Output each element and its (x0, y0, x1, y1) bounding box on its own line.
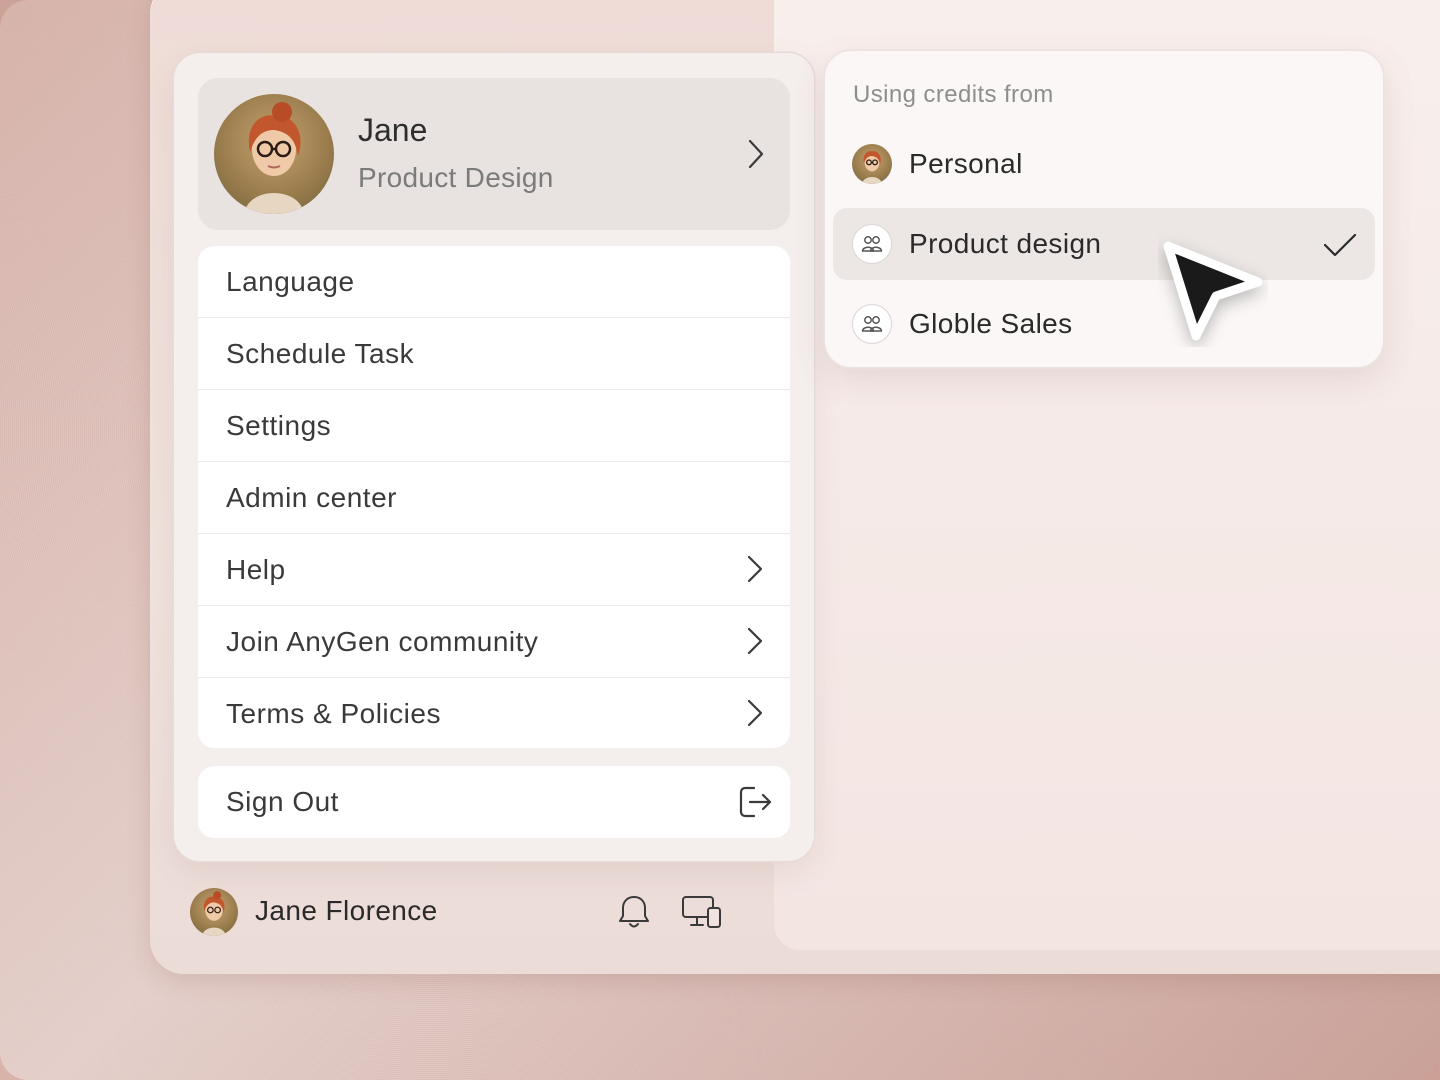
sign-out-button[interactable]: Sign Out (198, 766, 790, 838)
menu-item-label: Admin center (226, 482, 397, 513)
credits-source-popup: Using credits from Personal Product desi… (825, 51, 1383, 367)
credit-option-label: Product design (909, 228, 1102, 259)
credits-heading: Using credits from (853, 81, 1054, 108)
menu-list: Language Schedule Task Settings Admin ce… (198, 246, 790, 748)
menu-item-help[interactable]: Help (198, 534, 790, 606)
profile-role: Product Design (358, 162, 554, 193)
chevron-right-icon (747, 555, 763, 583)
chevron-right-icon (748, 139, 764, 169)
menu-item-label: Settings (226, 410, 332, 441)
credit-option-label: Globle Sales (909, 308, 1073, 339)
menu-item-language[interactable]: Language (198, 246, 790, 318)
mouse-cursor-icon (1163, 241, 1263, 341)
user-avatar (214, 94, 334, 214)
menu-item-label: Terms & Policies (226, 698, 441, 729)
credit-option-product-design[interactable]: Product design (833, 208, 1375, 280)
menu-item-label: Schedule Task (226, 338, 415, 369)
menu-item-settings[interactable]: Settings (198, 390, 790, 462)
devices-icon[interactable] (681, 895, 723, 929)
menu-item-label: Language (226, 266, 355, 297)
menu-item-join-community[interactable]: Join AnyGen community (198, 606, 790, 678)
profile-name: Jane (358, 112, 428, 148)
sign-out-icon (739, 786, 772, 818)
group-icon (852, 224, 892, 264)
account-menu: Jane Product Design Language Schedule Ta… (174, 53, 814, 861)
sign-out-label: Sign Out (226, 786, 339, 817)
menu-item-terms-policies[interactable]: Terms & Policies (198, 678, 790, 748)
bell-icon[interactable] (616, 893, 652, 931)
credit-option-globle-sales[interactable]: Globle Sales (833, 288, 1375, 360)
credit-option-label: Personal (909, 148, 1023, 179)
menu-item-admin-center[interactable]: Admin center (198, 462, 790, 534)
credit-option-personal[interactable]: Personal (833, 128, 1375, 200)
profile-card[interactable]: Jane Product Design (198, 78, 790, 230)
group-icon (852, 304, 892, 344)
chevron-right-icon (747, 627, 763, 655)
menu-item-schedule-task[interactable]: Schedule Task (198, 318, 790, 390)
footer-user-name[interactable]: Jane Florence (255, 895, 438, 927)
personal-avatar (852, 144, 892, 184)
checkmark-icon (1323, 233, 1357, 257)
chevron-right-icon (747, 699, 763, 727)
menu-item-label: Join AnyGen community (226, 626, 539, 657)
footer-avatar[interactable] (190, 888, 238, 936)
menu-item-label: Help (226, 554, 286, 585)
